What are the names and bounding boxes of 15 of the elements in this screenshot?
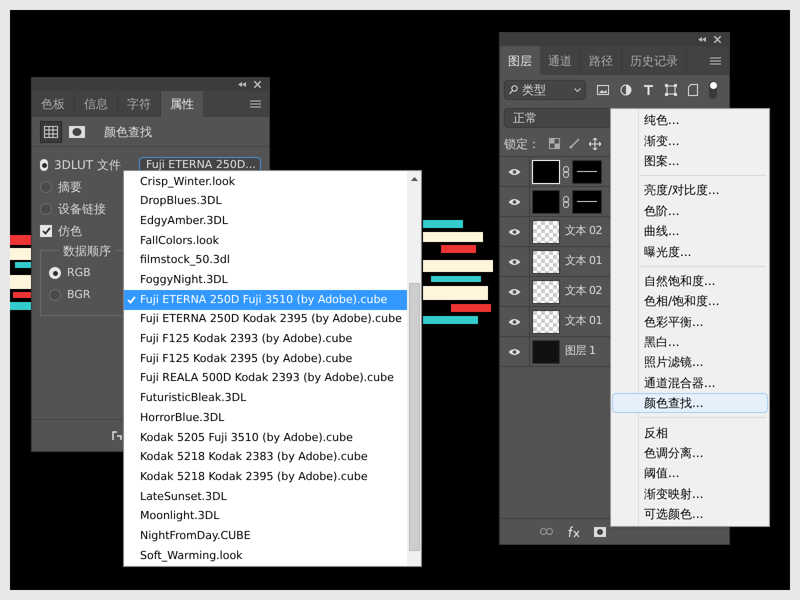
layer-name: 文本 02 bbox=[565, 283, 602, 300]
layer-name: 文本 01 bbox=[565, 313, 602, 330]
option-label: 3DLUT 文件 bbox=[54, 157, 118, 174]
layer-name: 文本 02 bbox=[565, 223, 602, 240]
option-label: 设备链接 bbox=[58, 201, 107, 218]
layer-name: 图层 1 bbox=[565, 343, 596, 360]
layer-name: 文本 01 bbox=[565, 253, 602, 270]
lock-label: 锁定： bbox=[504, 136, 540, 152]
option-label: BGR bbox=[67, 286, 91, 303]
filter-label: 类型 bbox=[522, 82, 547, 99]
group-label: 数据顺序 bbox=[59, 242, 115, 260]
option-label: 仿色 bbox=[58, 223, 83, 240]
option-label: RGB bbox=[67, 264, 91, 281]
option-label: 摘要 bbox=[58, 179, 83, 196]
panel-title: 颜色查找 bbox=[104, 124, 152, 140]
